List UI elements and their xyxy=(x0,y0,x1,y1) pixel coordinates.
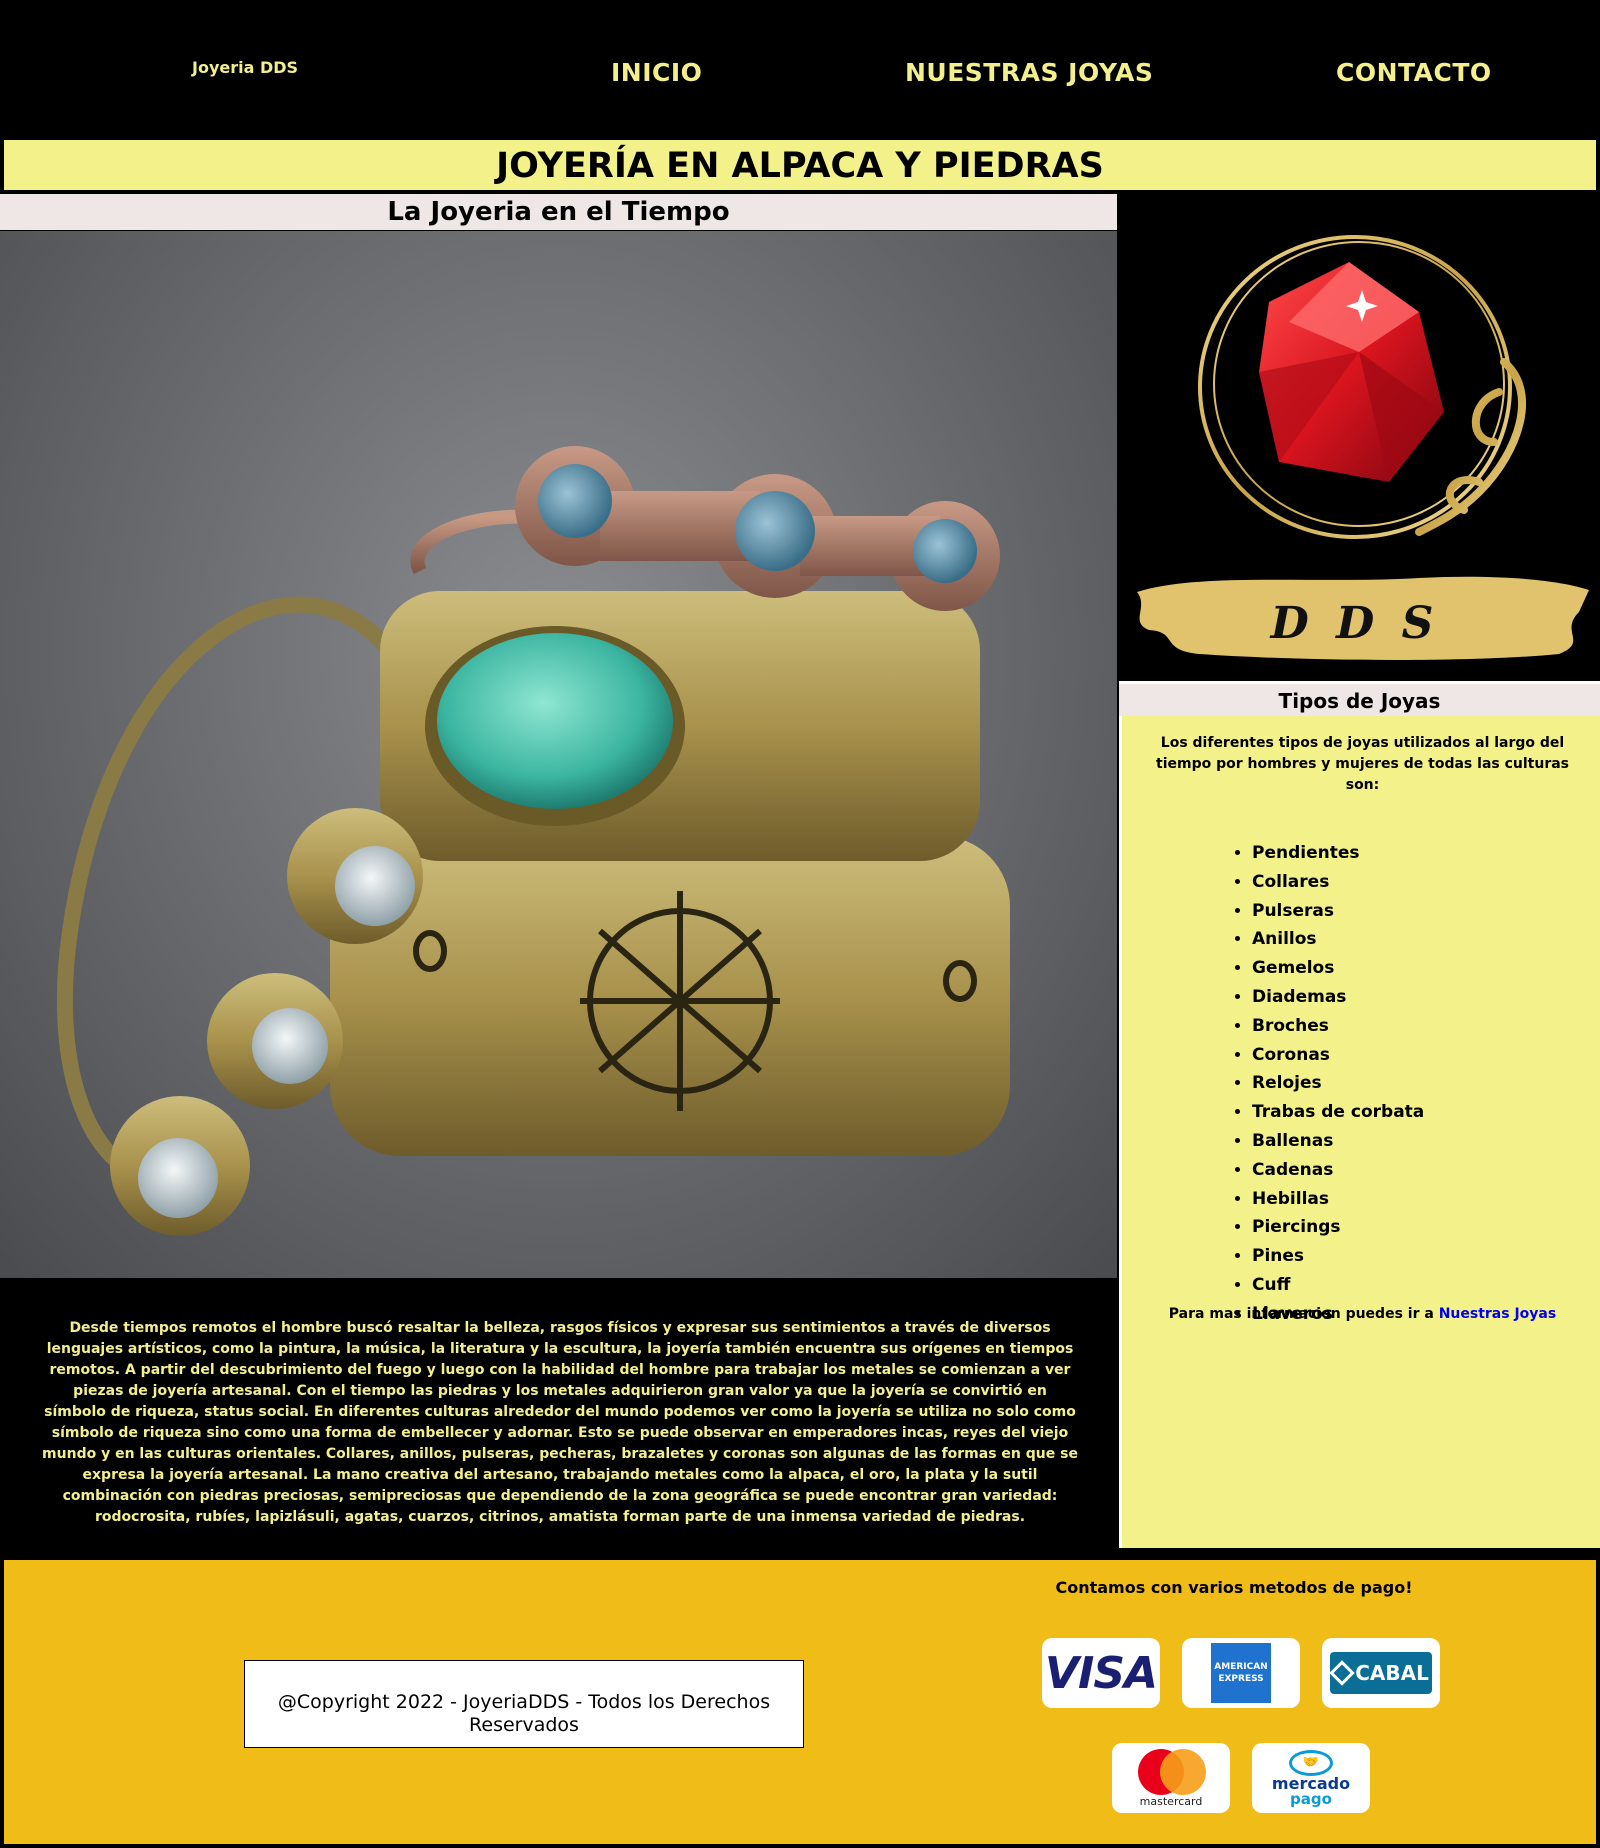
top-navbar: Joyeria DDS INICIO NUESTRAS JOYAS CONTAC… xyxy=(0,0,1600,138)
more-info-text: Para mas informacion puedes ir a Nuestra… xyxy=(1142,1306,1583,1322)
visa-card-icon: VISA xyxy=(1042,1638,1160,1708)
amex-card-icon: AMERICAN EXPRESS xyxy=(1182,1638,1300,1708)
list-item: Pulseras xyxy=(1252,897,1424,926)
list-item: Broches xyxy=(1252,1012,1424,1041)
visa-label: VISA xyxy=(1044,1647,1158,1699)
list-item: Hebillas xyxy=(1252,1185,1424,1214)
diamond-2 xyxy=(252,1008,328,1084)
mercadopago-icon: 🤝 mercado pago xyxy=(1252,1743,1370,1813)
diamond-1 xyxy=(335,846,415,926)
dds-logo: D D S xyxy=(1119,192,1600,681)
emerald-stone xyxy=(437,633,673,809)
more-info-prefix: Para mas informacion puedes ir a xyxy=(1168,1306,1434,1322)
jewelry-types-list: Pendientes Collares Pulseras Anillos Gem… xyxy=(1228,839,1424,1329)
list-item: Coronas xyxy=(1252,1041,1424,1070)
cabal-badge: CABAL xyxy=(1329,1652,1432,1694)
payment-title: Contamos con varios metodos de pago! xyxy=(1055,1578,1413,1597)
mercadopago-line2: pago xyxy=(1290,1789,1332,1808)
footer: @Copyright 2022 - JoyeriaDDS - Todos los… xyxy=(2,1558,1598,1846)
mastercard-circles xyxy=(1132,1748,1210,1795)
nav-link-nuestras-joyas[interactable]: NUESTRAS JOYAS xyxy=(905,58,1153,87)
aqua-stone-3 xyxy=(913,519,977,583)
nav-link-inicio[interactable]: INICIO xyxy=(611,58,702,87)
list-item: Relojes xyxy=(1252,1069,1424,1098)
rings-illustration xyxy=(56,446,1010,1236)
page-banner: JOYERÍA EN ALPACA Y PIEDRAS xyxy=(2,138,1598,192)
amex-line2: EXPRESS xyxy=(1218,1674,1264,1684)
list-item: Cadenas xyxy=(1252,1156,1424,1185)
tipos-intro: Los diferentes tipos de joyas utilizados… xyxy=(1156,735,1569,793)
diamond-3 xyxy=(138,1138,218,1218)
cabal-label: CABAL xyxy=(1355,1661,1429,1685)
list-item: Diademas xyxy=(1252,983,1424,1012)
amex-line1: AMERICAN xyxy=(1214,1662,1268,1672)
nuestras-joyas-link[interactable]: Nuestras Joyas xyxy=(1439,1306,1557,1322)
tipos-heading: Tipos de Joyas xyxy=(1119,681,1600,718)
rings-photo xyxy=(0,231,1117,1278)
history-paragraph: Desde tiempos remotos el hombre buscó re… xyxy=(42,1320,1078,1525)
list-item: Pines xyxy=(1252,1242,1424,1271)
logo-text: D D S xyxy=(1269,598,1440,649)
page-title: JOYERÍA EN ALPACA Y PIEDRAS xyxy=(496,146,1104,186)
brand-name[interactable]: Joyeria DDS xyxy=(192,58,298,77)
mastercard-icon: mastercard xyxy=(1112,1743,1230,1813)
copyright-box: @Copyright 2022 - JoyeriaDDS - Todos los… xyxy=(244,1660,804,1748)
aqua-stone-1 xyxy=(538,464,612,538)
list-item: Trabas de corbata xyxy=(1252,1098,1424,1127)
cabal-card-icon: CABAL xyxy=(1322,1638,1440,1708)
amex-badge: AMERICAN EXPRESS xyxy=(1211,1643,1271,1703)
list-item: Anillos xyxy=(1252,925,1424,954)
list-item: Pendientes xyxy=(1252,839,1424,868)
nav-link-contacto[interactable]: CONTACTO xyxy=(1336,58,1492,87)
cabal-diamond-icon xyxy=(1329,1660,1355,1686)
section-subtitle: La Joyeria en el Tiempo xyxy=(0,194,1117,230)
list-item: Piercings xyxy=(1252,1213,1424,1242)
aqua-stone-2 xyxy=(735,491,815,571)
tipos-panel: Los diferentes tipos de joyas utilizados… xyxy=(1119,716,1600,1548)
list-item: Gemelos xyxy=(1252,954,1424,983)
list-item: Cuff xyxy=(1252,1271,1424,1300)
mastercard-label: mastercard xyxy=(1139,1794,1203,1808)
list-item: Collares xyxy=(1252,868,1424,897)
list-item: Ballenas xyxy=(1252,1127,1424,1156)
handshake-icon: 🤝 xyxy=(1289,1749,1333,1776)
